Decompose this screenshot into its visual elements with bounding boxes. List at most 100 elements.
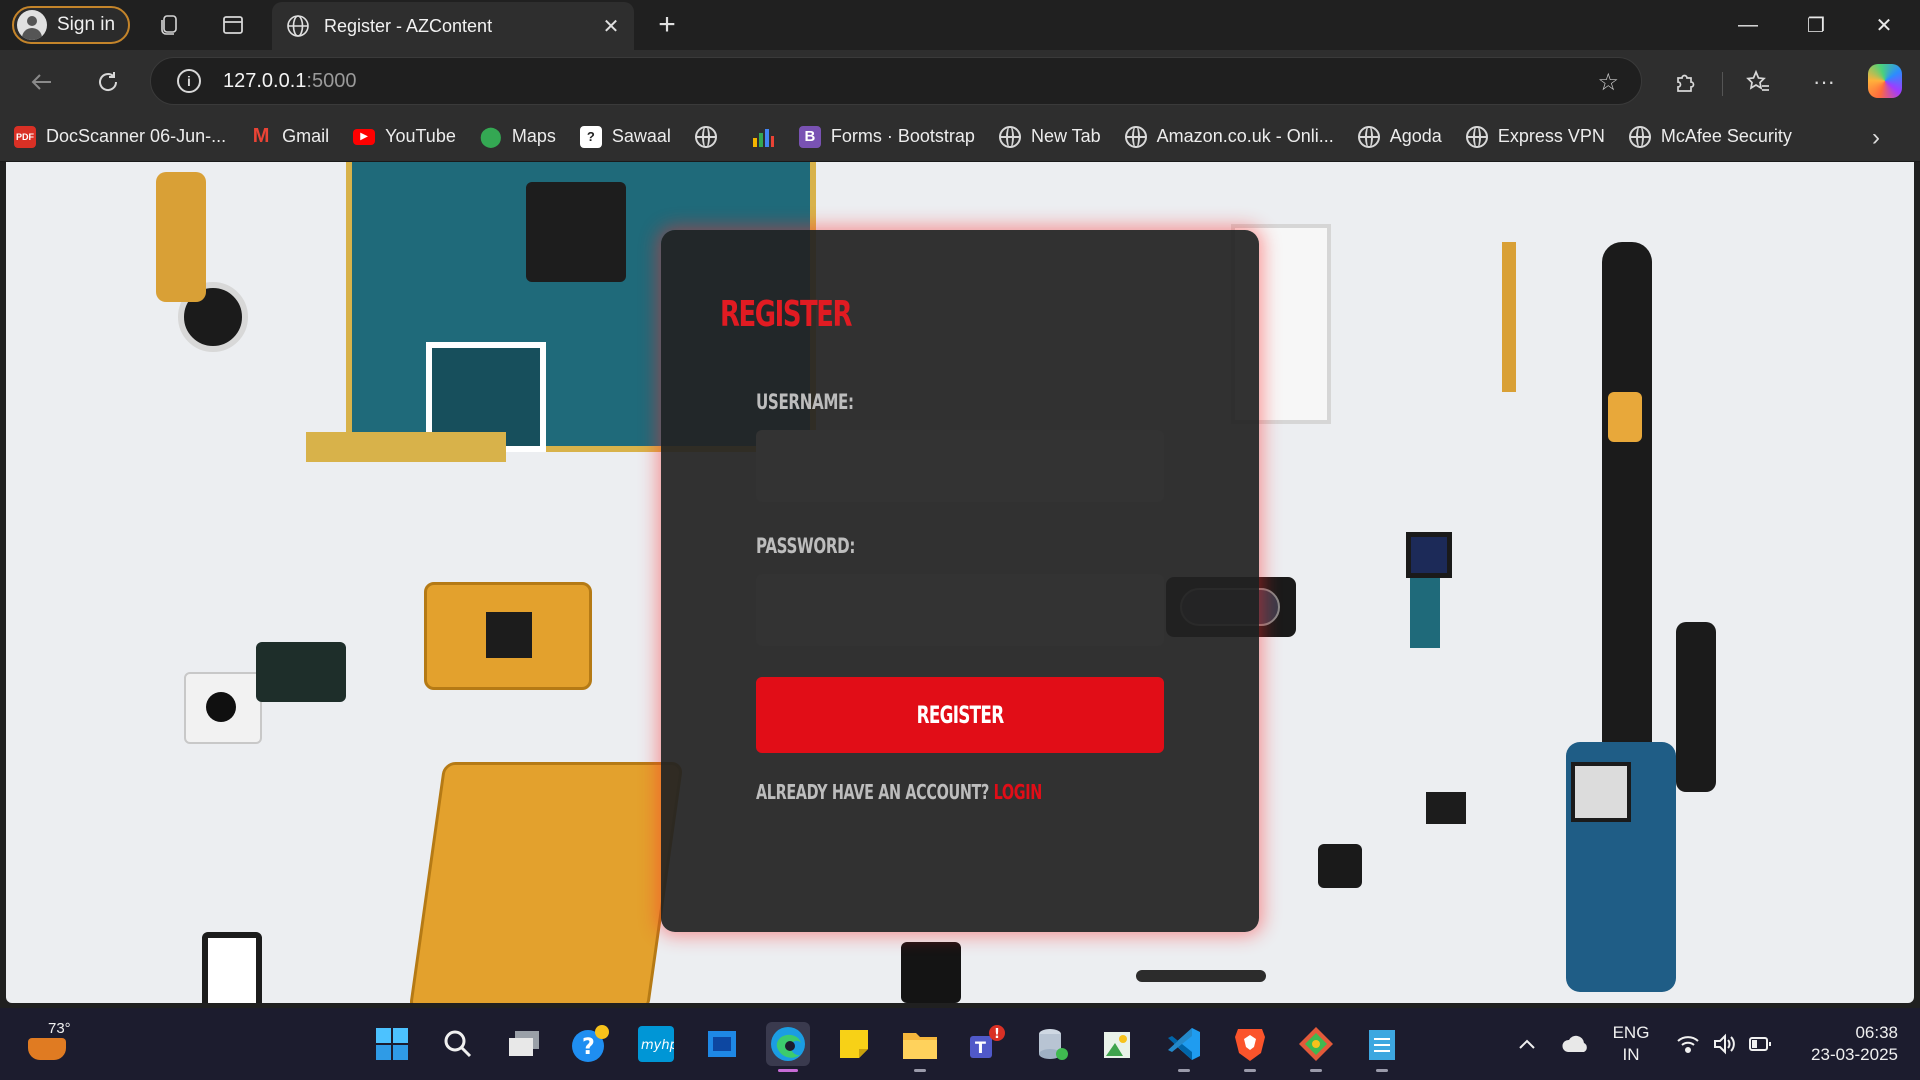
globe-icon (1357, 125, 1380, 148)
system-clock[interactable]: 06:38 23-03-2025 (1788, 1022, 1898, 1066)
weather-widget[interactable]: 73° (26, 1020, 72, 1068)
more-menu-button[interactable]: ··· (1806, 64, 1842, 100)
onedrive-icon[interactable] (1558, 1008, 1594, 1080)
teams-icon[interactable]: T! (964, 1022, 1008, 1066)
image-app-icon[interactable] (1096, 1022, 1140, 1066)
new-tab-button[interactable]: + (650, 8, 684, 42)
extensions-button[interactable] (1668, 64, 1704, 100)
back-button[interactable] (24, 64, 60, 100)
bookmark-new-tab[interactable]: New Tab (998, 125, 1101, 148)
running-indicator (1376, 1069, 1388, 1072)
bookmark-amazon[interactable]: Amazon.co.uk - Onli... (1124, 125, 1334, 148)
sensor-decoration (1406, 532, 1452, 578)
globe-icon (1124, 125, 1147, 148)
vscode-icon[interactable] (1162, 1022, 1206, 1072)
store-icon[interactable] (700, 1022, 744, 1066)
bookmark-bootstrap[interactable]: B Forms · Bootstrap (798, 125, 975, 148)
db-app-icon[interactable] (1030, 1022, 1074, 1066)
login-prompt: ALREADY HAVE AN ACCOUNT? LOGIN (756, 780, 1042, 804)
globe-icon (1628, 125, 1651, 148)
search-icon[interactable] (436, 1022, 480, 1066)
favorites-button[interactable] (1740, 64, 1776, 100)
site-info-icon[interactable]: i (177, 69, 201, 93)
youtube-icon: ▶ (353, 128, 376, 145)
bookmark-label: Express VPN (1497, 126, 1605, 146)
ellipsis-icon: ··· (1813, 69, 1835, 94)
refresh-icon (99, 72, 118, 91)
language-indicator[interactable]: ENG IN (1608, 1022, 1654, 1066)
bookmark-label: Amazon.co.uk - Onli... (1156, 126, 1334, 146)
chevron-right-icon[interactable]: › (1872, 124, 1880, 152)
register-button[interactable]: REGISTER (756, 677, 1164, 753)
bookmark-mcafee[interactable]: McAfee Security (1628, 125, 1792, 148)
clock-date: 23-03-2025 (1811, 1045, 1898, 1064)
yellow-board-decoration (408, 762, 684, 1003)
amber-led-decoration (1608, 392, 1642, 442)
vertical-tabs-icon[interactable] (218, 10, 248, 40)
active-indicator (778, 1069, 798, 1072)
arrow-left-icon (31, 74, 51, 90)
sensor-cable-decoration (1410, 578, 1440, 648)
bookmark-label: YouTube (385, 126, 456, 146)
sticky-notes-icon[interactable] (832, 1022, 876, 1066)
copilot-icon[interactable] (1868, 64, 1902, 98)
small-camera-decoration (1426, 792, 1466, 824)
board-edge-decoration (306, 432, 506, 462)
username-field[interactable] (756, 430, 1164, 502)
yellow-chip-decoration (486, 612, 532, 658)
pdf-icon: PDF (14, 125, 36, 148)
close-window-button[interactable]: ✕ (1850, 0, 1918, 50)
running-indicator (914, 1069, 926, 1072)
login-link[interactable]: LOGIN (994, 780, 1043, 804)
git-icon[interactable] (1294, 1022, 1338, 1072)
bookmark-label: DocScanner 06-Jun-... (46, 126, 227, 146)
volume-icon[interactable] (1708, 1008, 1740, 1080)
windows-start-icon[interactable] (370, 1022, 414, 1066)
edge-icon[interactable] (766, 1022, 810, 1072)
bookmark-gmail[interactable]: M Gmail (250, 125, 329, 148)
password-label: PASSWORD: (756, 534, 856, 558)
star-icon[interactable]: ☆ (1597, 68, 1619, 97)
address-bar[interactable]: i 127.0.0.1:5000 ☆ (150, 57, 1642, 105)
sign-in-button[interactable]: Sign in (12, 6, 130, 44)
bookmark-express-vpn[interactable]: Express VPN (1465, 125, 1605, 148)
tab-title: Register - AZContent (324, 15, 493, 36)
tab-register[interactable]: Register - AZContent ✕ (272, 2, 634, 50)
small-sensor-decoration (1318, 844, 1362, 888)
minimize-button[interactable]: — (1714, 0, 1782, 50)
login-prompt-text: ALREADY HAVE AN ACCOUNT? (756, 780, 989, 804)
task-view-icon[interactable] (502, 1022, 546, 1066)
password-field[interactable] (756, 574, 1164, 646)
restore-button[interactable]: ❐ (1782, 0, 1850, 50)
refresh-button[interactable] (90, 64, 126, 100)
toolbar-separator (1722, 72, 1723, 96)
bookmark-sawaal[interactable]: ? Sawaal (579, 125, 671, 148)
bookmarks-bar: PDF DocScanner 06-Jun-... M Gmail ▶ YouT… (0, 112, 1920, 162)
url-host: 127.0.0.1 (223, 69, 307, 92)
running-indicator (1178, 1069, 1190, 1072)
svg-text:?: ? (582, 1035, 595, 1060)
myhp-icon[interactable]: myhp (634, 1022, 678, 1066)
globe-icon (694, 125, 717, 148)
url-port: :5000 (306, 69, 357, 92)
bookmark-agoda[interactable]: Agoda (1357, 125, 1442, 148)
workspaces-icon[interactable] (155, 10, 185, 40)
chevron-up-icon[interactable] (1514, 1008, 1540, 1080)
flex-cable-decoration (156, 172, 206, 302)
file-explorer-icon[interactable] (898, 1022, 942, 1072)
bookmark-docscanner[interactable]: PDF DocScanner 06-Jun-... (14, 125, 227, 148)
bookmark-globe[interactable] (694, 125, 727, 148)
wifi-icon[interactable] (1672, 1008, 1704, 1080)
notepad-icon[interactable] (1360, 1022, 1404, 1072)
tab-close-icon[interactable]: ✕ (594, 9, 628, 43)
battery-icon[interactable] (1744, 1008, 1776, 1080)
bookmark-maps[interactable]: ⬤ Maps (480, 126, 556, 148)
brave-icon[interactable] (1228, 1022, 1272, 1072)
bookmark-youtube[interactable]: ▶ YouTube (353, 126, 456, 147)
bookmark-chart[interactable] (751, 126, 775, 148)
maps-pin-icon: ⬤ (479, 126, 503, 148)
favorites-icon (1746, 69, 1769, 91)
sign-in-label: Sign in (57, 14, 116, 35)
teams-badge: ! (994, 1027, 1000, 1042)
help-icon[interactable]: ? (568, 1022, 612, 1066)
